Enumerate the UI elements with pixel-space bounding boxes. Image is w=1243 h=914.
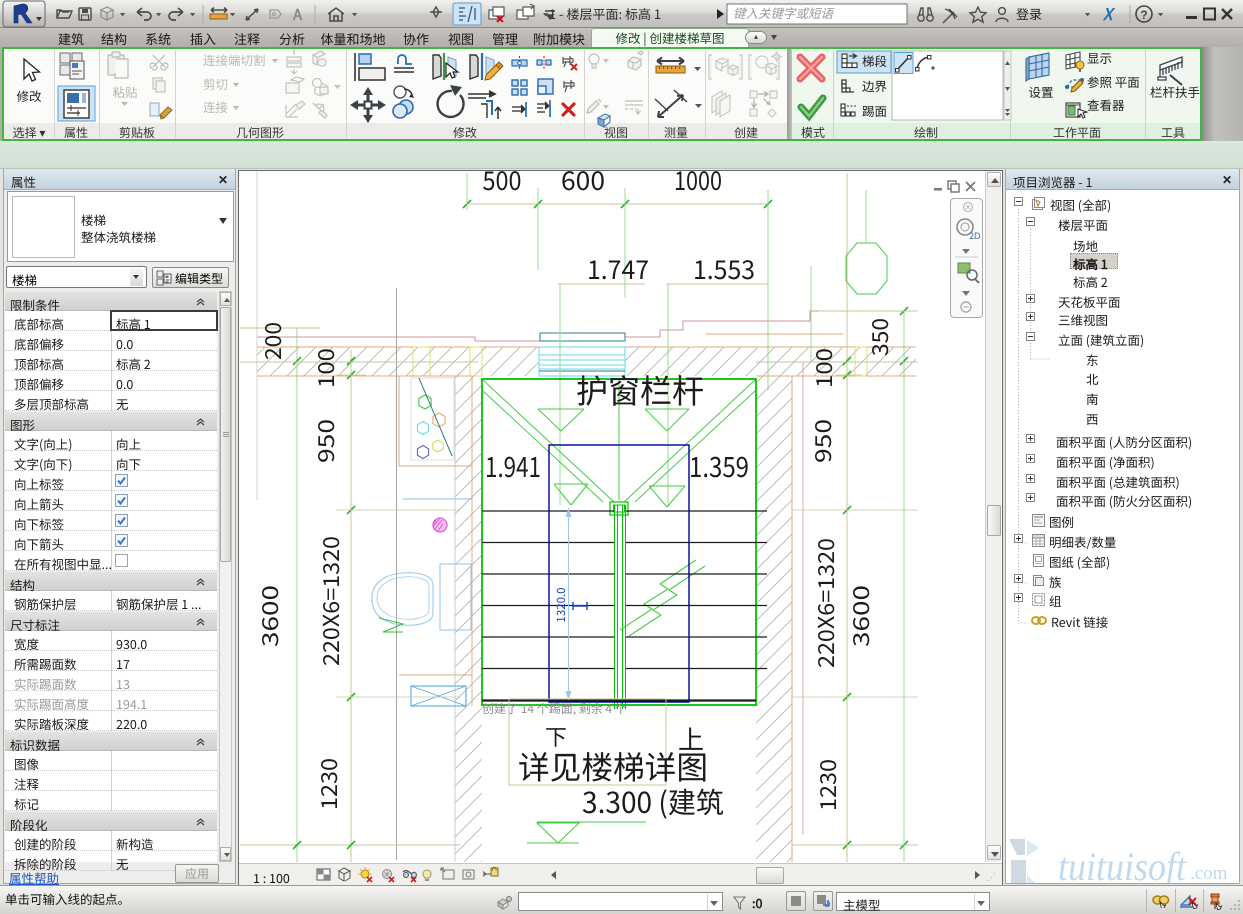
svg-text:1 - 楼层平面: 标高 1: 1 - 楼层平面: 标高 1 [549, 4, 661, 23]
svg-text:连接端切割: 连接端切割 [203, 50, 266, 69]
svg-text:tuituisoft: tuituisoft [1058, 844, 1187, 884]
svg-text:3600: 3600 [844, 585, 876, 647]
svg-text:剪切: 剪切 [203, 74, 228, 93]
svg-text:1320.0: 1320.0 [553, 587, 569, 622]
svg-text:?: ? [1140, 6, 1147, 23]
svg-text:100: 100 [807, 348, 839, 388]
svg-text:3.300 (建筑: 3.300 (建筑 [582, 780, 724, 822]
svg-text:粘贴: 粘贴 [112, 82, 137, 101]
svg-text:1230: 1230 [312, 758, 344, 810]
svg-text:220X6=1320: 220X6=1320 [314, 536, 346, 666]
svg-text:220X6=1320: 220X6=1320 [809, 538, 841, 668]
svg-text:950: 950 [806, 419, 838, 463]
svg-text:200: 200 [256, 322, 288, 360]
svg-text:登录: 登录 [1016, 4, 1042, 23]
svg-text:创建了 14 个踢面, 剩余 4 个: 创建了 14 个踢面, 剩余 4 个 [482, 700, 627, 717]
svg-text:350: 350 [863, 318, 895, 356]
svg-text:100: 100 [309, 348, 341, 388]
svg-text:A: A [292, 4, 303, 25]
svg-text:参照 平面: 参照 平面 [1087, 72, 1140, 91]
svg-text:1.747: 1.747 [587, 250, 649, 287]
svg-text:设置: 设置 [1028, 82, 1053, 101]
svg-text:踢面: 踢面 [862, 101, 887, 120]
svg-text:护窗栏杆: 护窗栏杆 [576, 365, 704, 413]
svg-text:修改: 修改 [16, 86, 42, 105]
svg-text:边界: 边界 [862, 76, 888, 95]
svg-text:500: 500 [482, 170, 521, 198]
svg-text:1.359: 1.359 [689, 446, 749, 486]
svg-text:.com: .com [1190, 863, 1228, 884]
svg-text:X: X [1102, 1, 1116, 25]
svg-text:1000: 1000 [674, 170, 722, 198]
svg-text:1230: 1230 [811, 759, 843, 811]
svg-text:连接: 连接 [203, 97, 229, 116]
svg-text:3600: 3600 [253, 585, 285, 647]
svg-text:查看器: 查看器 [1087, 95, 1125, 114]
svg-text:梯段: 梯段 [862, 51, 887, 70]
svg-text:1.553: 1.553 [693, 250, 755, 287]
svg-text:950: 950 [309, 419, 341, 463]
svg-text:栏杆扶手: 栏杆扶手 [1150, 82, 1200, 101]
svg-text:2D: 2D [969, 229, 981, 242]
svg-text:600: 600 [561, 170, 605, 198]
svg-text:显示: 显示 [1087, 48, 1112, 67]
svg-text:键入关键字或短语: 键入关键字或短语 [733, 3, 836, 22]
svg-text:1.941: 1.941 [485, 446, 541, 486]
